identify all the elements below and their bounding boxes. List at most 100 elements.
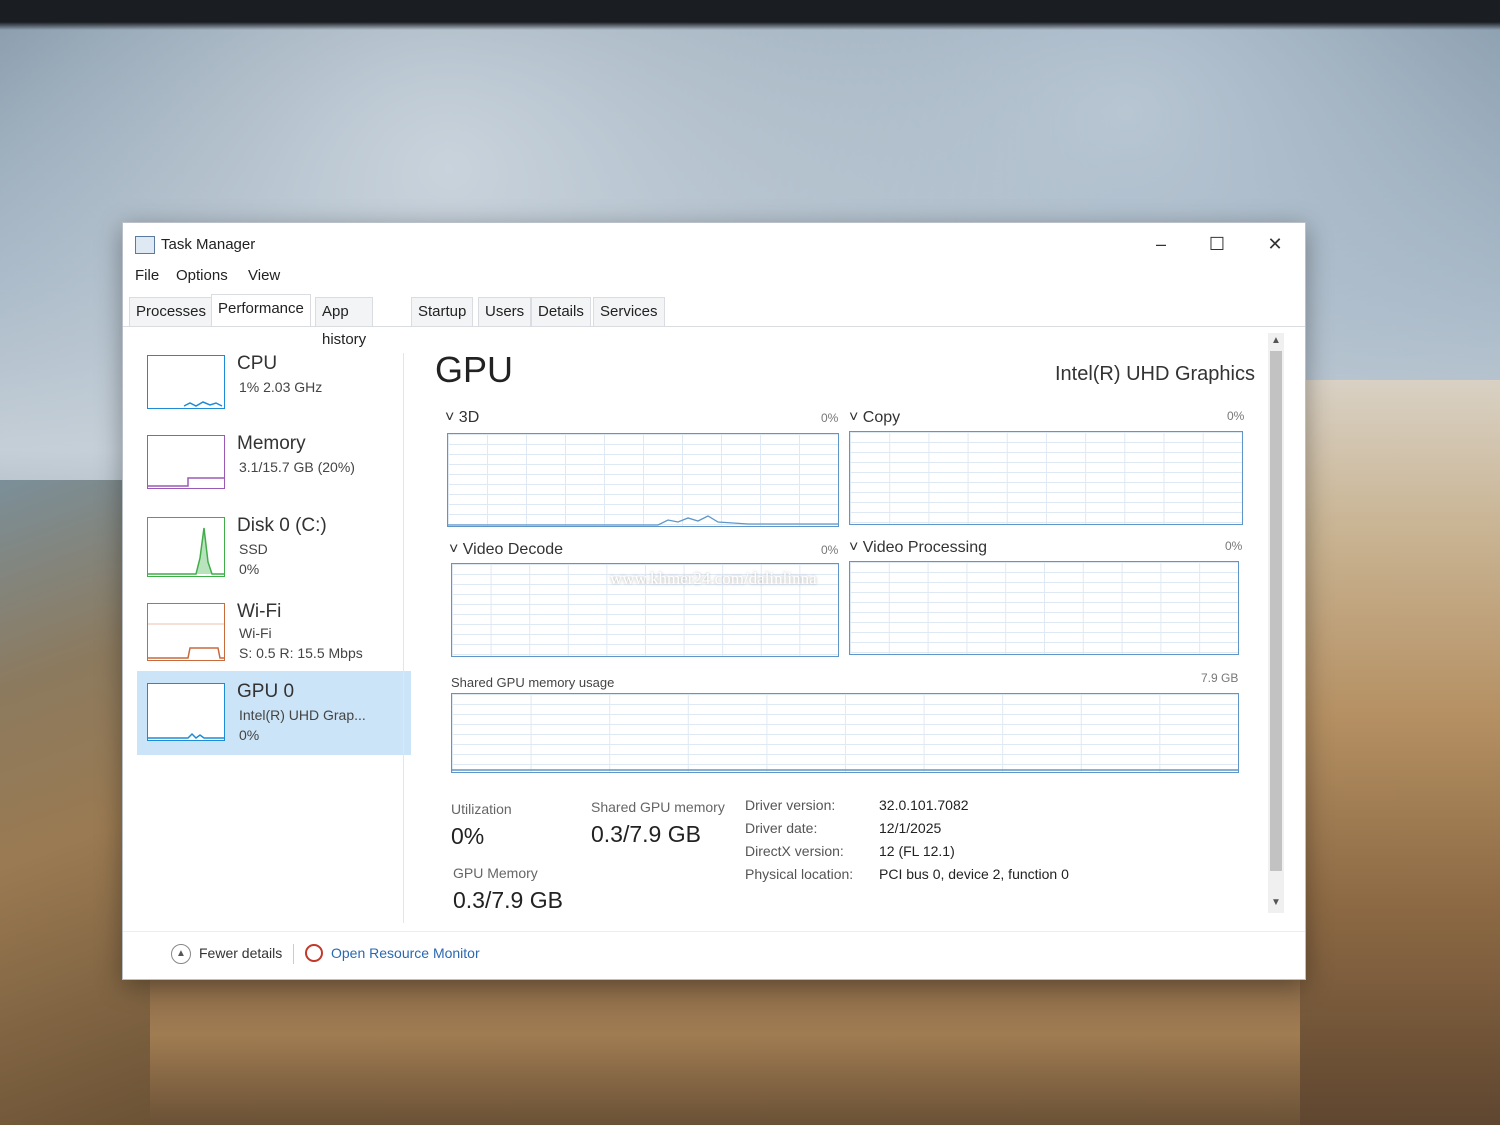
sidebar-item-wifi[interactable]: Wi-Fi Wi-Fi S: 0.5 R: 15.5 Mbps <box>137 591 411 673</box>
directx-version-value: 12 (FL 12.1) <box>879 843 955 859</box>
sidebar-item-label: Disk 0 (C:) <box>237 515 327 536</box>
graph-video-processing-percent: 0% <box>1225 539 1243 553</box>
sidebar-item-detail: SSD <box>239 541 268 557</box>
graph-video-processing-label[interactable]: ˅ Video Processing <box>849 539 987 557</box>
driver-version-value: 32.0.101.7082 <box>879 797 969 813</box>
graph-copy-percent: 0% <box>1227 409 1245 423</box>
tab-performance[interactable]: Performance <box>211 294 311 327</box>
sidebar-item-cpu[interactable]: CPU 1% 2.03 GHz <box>137 343 411 425</box>
chevron-down-icon: ˅ <box>445 409 459 426</box>
tab-startup[interactable]: Startup <box>411 297 474 326</box>
memory-thumbnail-graph <box>147 435 225 489</box>
memory-thumbnail-line <box>148 477 224 487</box>
gpu-thumbnail-graph <box>147 683 225 741</box>
chevron-down-icon: ˅ <box>449 541 463 558</box>
directx-version-label: DirectX version: <box>745 843 844 859</box>
sidebar-item-detail: Intel(R) UHD Grap... <box>239 707 366 723</box>
footer-bar: ▲ Fewer details Open Resource Monitor <box>123 931 1305 978</box>
graph-video-processing-label-text: Video Processing <box>862 539 988 556</box>
disk-thumbnail-line <box>148 527 224 575</box>
task-manager-icon <box>135 236 155 254</box>
watermark-text: www.khmer24.com/dalinlinna <box>610 569 817 588</box>
chevron-up-icon[interactable]: ▲ <box>171 944 191 964</box>
sidebar-item-label: CPU <box>237 353 278 374</box>
task-manager-window: Task Manager – ☐ ✕ File Options View Pro… <box>122 222 1306 980</box>
driver-date-label: Driver date: <box>745 820 818 836</box>
shared-memory-graph-label: Shared GPU memory usage <box>451 675 615 690</box>
driver-date-value: 12/1/2025 <box>879 820 942 836</box>
graph-3d-line <box>448 515 838 526</box>
fewer-details-button[interactable]: Fewer details <box>199 945 282 961</box>
sidebar-item-detail: 1% 2.03 GHz <box>239 379 323 395</box>
performance-sidebar: CPU 1% 2.03 GHz Memory 3.1/15.7 GB (20%)… <box>137 343 411 923</box>
tab-divider <box>123 326 1305 327</box>
graph-3d-label[interactable]: ˅ 3D <box>445 409 479 427</box>
tab-services[interactable]: Services <box>593 297 665 326</box>
sidebar-divider <box>403 353 404 923</box>
utilization-label: Utilization <box>451 801 512 817</box>
wifi-thumbnail-line <box>148 623 224 659</box>
page-title: GPU <box>435 349 514 390</box>
disk-thumbnail-graph <box>147 517 225 577</box>
graph-video-decode-label-text: Video Decode <box>462 541 564 558</box>
title-bar[interactable]: Task Manager – ☐ ✕ <box>123 223 1305 265</box>
minimize-button[interactable]: – <box>1139 229 1183 259</box>
graph-video-decode-percent: 0% <box>821 543 839 557</box>
cpu-thumbnail-line <box>183 401 223 407</box>
close-button[interactable]: ✕ <box>1253 229 1297 259</box>
graph-video-processing <box>849 561 1239 655</box>
scroll-up-icon[interactable]: ▲ <box>1268 333 1284 349</box>
gpu-thumbnail-line <box>148 732 224 739</box>
scroll-down-icon[interactable]: ▼ <box>1268 895 1284 911</box>
sidebar-item-detail: 3.1/15.7 GB (20%) <box>239 459 355 475</box>
shared-memory-line <box>452 769 1238 771</box>
sidebar-item-detail: 0% <box>239 727 260 743</box>
open-resource-monitor-link[interactable]: Open Resource Monitor <box>331 945 480 961</box>
window-title: Task Manager <box>161 236 256 253</box>
chevron-down-icon: ˅ <box>849 409 863 426</box>
sidebar-item-detail: 0% <box>239 561 260 577</box>
sidebar-item-detail: Wi-Fi <box>239 625 272 641</box>
background-bridge <box>1285 380 1500 1125</box>
shared-memory-graph-max: 7.9 GB <box>1201 671 1239 685</box>
chevron-down-icon: ˅ <box>849 539 863 556</box>
tab-users[interactable]: Users <box>478 297 532 326</box>
cpu-thumbnail-graph <box>147 355 225 409</box>
graph-video-decode-label[interactable]: ˅ Video Decode <box>449 541 563 559</box>
maximize-button[interactable]: ☐ <box>1195 229 1239 259</box>
menu-view[interactable]: View <box>248 267 280 284</box>
shared-memory-value: 0.3/7.9 GB <box>591 821 701 847</box>
graph-copy-label[interactable]: ˅ Copy <box>849 409 900 427</box>
vertical-scrollbar[interactable]: ▲ ▼ <box>1268 333 1284 913</box>
tab-app-history[interactable]: App history <box>315 297 374 348</box>
background-rocks <box>150 975 1300 1125</box>
gpu-model-name: Intel(R) UHD Graphics <box>1054 363 1255 385</box>
graph-3d <box>447 433 839 527</box>
sidebar-item-detail: S: 0.5 R: 15.5 Mbps <box>239 645 363 661</box>
shared-memory-graph <box>451 693 1239 773</box>
sidebar-item-label: Memory <box>237 433 306 454</box>
driver-version-label: Driver version: <box>745 797 836 813</box>
wifi-thumbnail-graph <box>147 603 225 661</box>
footer-separator <box>293 944 294 964</box>
menu-options[interactable]: Options <box>176 267 228 284</box>
shared-memory-label: Shared GPU memory <box>591 799 725 815</box>
tab-details[interactable]: Details <box>531 297 591 326</box>
physical-location-label: Physical location: <box>745 866 854 882</box>
sidebar-item-memory[interactable]: Memory 3.1/15.7 GB (20%) <box>137 423 411 505</box>
tab-processes[interactable]: Processes <box>129 297 214 326</box>
physical-location-value: PCI bus 0, device 2, function 0 <box>879 866 1069 882</box>
graph-3d-percent: 0% <box>821 411 839 425</box>
sidebar-item-disk[interactable]: Disk 0 (C:) SSD 0% <box>137 505 411 587</box>
resource-monitor-icon[interactable] <box>305 944 323 962</box>
graph-copy-label-text: Copy <box>862 409 901 426</box>
gpu-detail-panel: GPU Intel(R) UHD Graphics ˅ 3D 0% ˅ Copy… <box>435 349 1255 949</box>
menu-file[interactable]: File <box>135 267 159 284</box>
sidebar-item-gpu[interactable]: GPU 0 Intel(R) UHD Grap... 0% <box>137 671 411 755</box>
gpu-memory-value: 0.3/7.9 GB <box>453 887 563 913</box>
sidebar-item-label: Wi-Fi <box>237 601 282 622</box>
gpu-memory-label: GPU Memory <box>453 865 538 881</box>
scroll-thumb[interactable] <box>1270 351 1282 871</box>
sidebar-item-label: GPU 0 <box>237 681 295 702</box>
graph-3d-label-text: 3D <box>458 409 480 426</box>
